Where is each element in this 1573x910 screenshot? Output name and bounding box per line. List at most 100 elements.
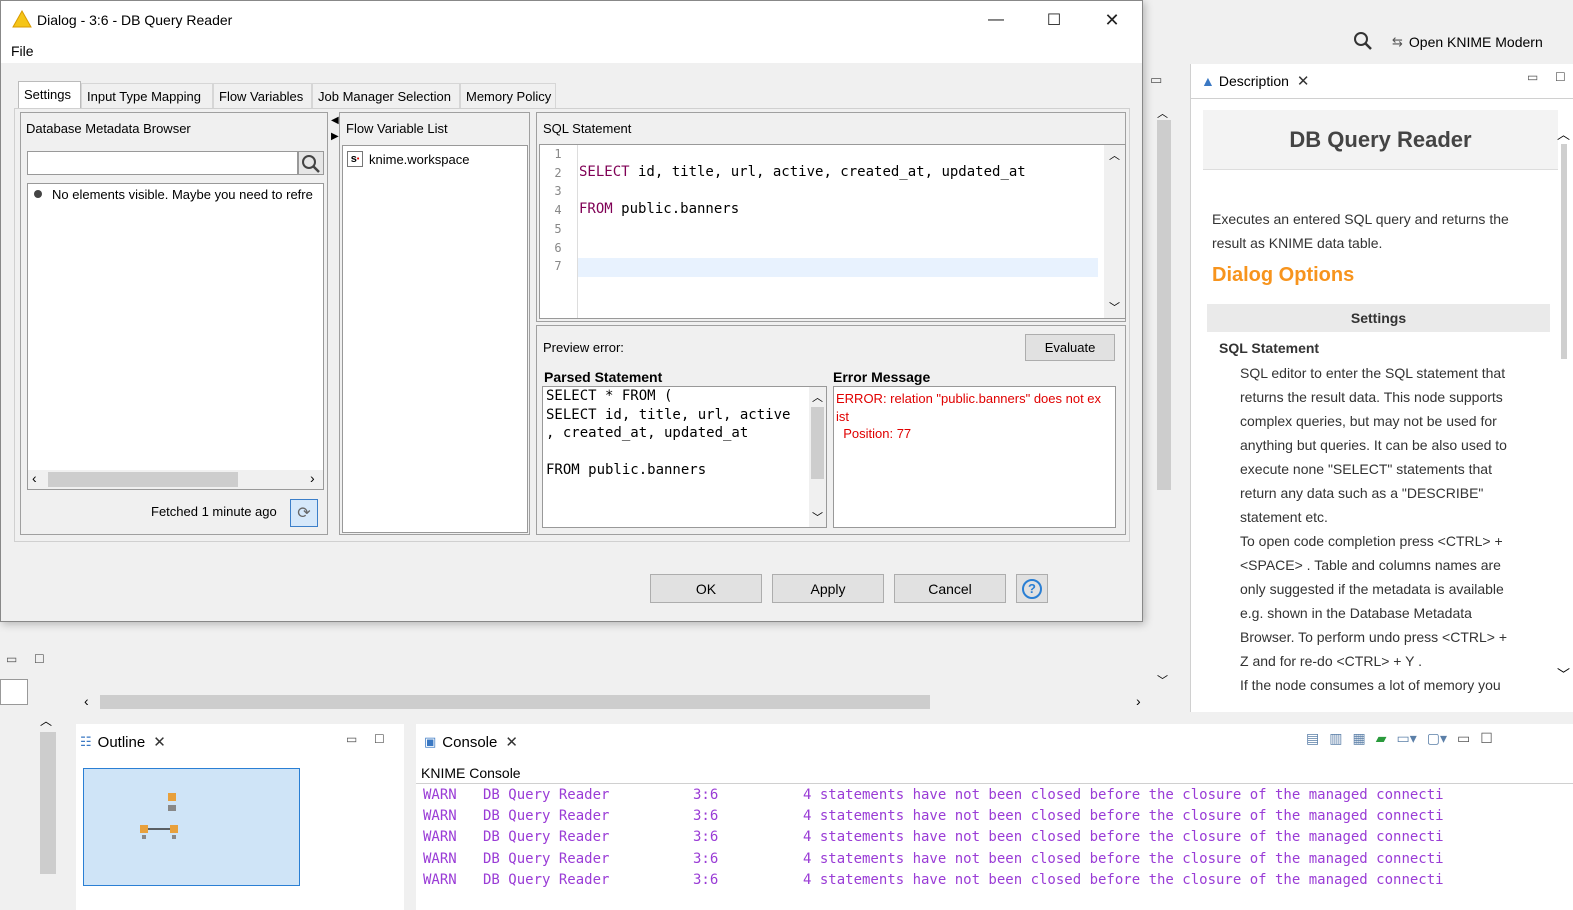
parsed-statement-title: Parsed Statement	[544, 369, 663, 385]
maximize-icon[interactable]: ☐	[374, 732, 385, 746]
maximize-icon[interactable]: ☐	[1555, 70, 1566, 84]
editor-minimize-icon[interactable]: ▭	[1150, 72, 1162, 88]
settings-section-header: Settings	[1207, 304, 1550, 332]
description-tab[interactable]: ▲ Description ✕	[1193, 66, 1321, 98]
refresh-button[interactable]: ⟳	[290, 499, 318, 527]
minimize-icon[interactable]: ▭	[346, 732, 357, 746]
word-wrap-icon[interactable]: ▦	[1352, 730, 1365, 752]
cancel-button[interactable]: Cancel	[894, 574, 1006, 603]
option-description-line: To open code completion press <CTRL> +	[1240, 533, 1503, 549]
tab-settings[interactable]: Settings	[18, 81, 81, 109]
option-description-line: only suggested if the metadata is availa…	[1240, 581, 1504, 597]
option-title: SQL Statement	[1219, 340, 1320, 356]
node-dialog-window: Dialog - 3:6 - DB Query Reader — ☐ ✕ Fil…	[0, 0, 1143, 622]
scroll-lock-icon[interactable]: ▥	[1329, 730, 1342, 752]
console-id: 3:6	[693, 871, 719, 888]
console-row: WARN DB Query Reader 3:6 4 statements have …	[423, 808, 1568, 829]
minimize-icon[interactable]: ▭	[1457, 730, 1470, 752]
node-title-banner: DB Query Reader	[1203, 110, 1558, 170]
fetched-status: Fetched 1 minute ago	[151, 504, 277, 519]
close-icon[interactable]: ✕	[1297, 72, 1310, 90]
preview-error-label: Preview error:	[543, 340, 624, 355]
outline-tab[interactable]: ☷ Outline ✕	[80, 730, 166, 754]
metadata-search-input[interactable]	[27, 151, 298, 175]
tab-input-type-mapping[interactable]: Input Type Mapping	[81, 83, 213, 109]
flow-variable-item[interactable]: s • knime.workspace	[347, 148, 469, 170]
tab-memory-policy[interactable]: Memory Policy	[460, 83, 556, 109]
pin-console-icon[interactable]: ▰	[1376, 730, 1387, 752]
editor-vertical-scrollbar[interactable]: ︿ ﹀	[1153, 100, 1175, 690]
metadata-browser-panel: Database Metadata Browser No elements vi…	[20, 112, 328, 535]
window-maximize-button[interactable]: ☐	[1025, 1, 1083, 39]
parsed-scrollbar[interactable]: ︿ ﹀	[809, 387, 826, 527]
splitter-arrow-icon[interactable]: ▶	[331, 131, 339, 142]
option-description-line: complex queries, but may not be used for	[1240, 413, 1497, 429]
minimize-icon[interactable]: ▭	[1527, 70, 1538, 84]
parsed-statement-box[interactable]: SELECT * FROM ( SELECT id, title, url, ac…	[542, 386, 827, 528]
ok-button[interactable]: OK	[650, 574, 762, 603]
line-number: 7	[554, 259, 562, 274]
tree-empty-bullet-icon	[34, 190, 42, 198]
flow-variable-list[interactable]: s • knime.workspace	[342, 145, 528, 533]
console-row: WARN DB Query Reader 3:6 4 statements have …	[423, 851, 1568, 872]
parsed-line: SELECT * FROM (	[546, 388, 673, 404]
option-description-line: statement etc.	[1240, 509, 1328, 525]
line-number: 3	[554, 184, 562, 199]
description-scrollbar[interactable]: ︿ ﹀	[1555, 124, 1571, 704]
console-node: DB Query Reader	[483, 787, 610, 803]
display-console-icon[interactable]: ▭▾	[1396, 730, 1416, 752]
console-msg: 4 statements have not been closed before…	[803, 829, 1444, 846]
dialog-menubar: File	[1, 39, 1142, 63]
sql-line-2: SELECT id, title, url, active, created_a…	[579, 164, 1026, 180]
console-msg: 4 statements have not been closed before…	[803, 787, 1444, 803]
console-tab[interactable]: ▣ Console ✕	[424, 730, 518, 754]
menu-file[interactable]: File	[11, 43, 34, 59]
description-icon: ▲	[1201, 73, 1215, 89]
left-panel-field[interactable]	[0, 679, 28, 705]
tab-flow-variables[interactable]: Flow Variables	[213, 83, 312, 109]
error-message-box: ERROR: relation "public.banners" does no…	[833, 386, 1116, 528]
parsed-line: SELECT id, title, url, active	[546, 406, 791, 423]
maximize-icon[interactable]: ☐	[1480, 730, 1493, 752]
dialog-title: Dialog - 3:6 - DB Query Reader	[37, 12, 233, 28]
close-icon[interactable]: ✕	[153, 733, 166, 751]
evaluate-button[interactable]: Evaluate	[1025, 334, 1115, 361]
console-node: DB Query Reader	[483, 850, 610, 867]
help-button[interactable]: ?	[1016, 574, 1048, 603]
tab-job-manager-selection[interactable]: Job Manager Selection	[312, 83, 460, 109]
console-msg: 4 statements have not been closed before…	[803, 808, 1444, 825]
option-description-line: returns the result data. This node suppo…	[1240, 389, 1503, 405]
search-icon[interactable]	[1352, 30, 1374, 52]
editor-horizontal-scrollbar[interactable]: ‹ ›	[78, 692, 1153, 712]
summary-line-1: Executes an entered SQL query and return…	[1212, 211, 1509, 227]
close-icon[interactable]: ✕	[505, 733, 518, 751]
node-title: DB Query Reader	[1289, 126, 1472, 152]
clear-console-icon[interactable]: ▤	[1306, 730, 1319, 752]
metadata-tree[interactable]: No elements visible. Maybe you need to r…	[27, 183, 324, 490]
window-minimize-button[interactable]: —	[967, 1, 1025, 39]
console-node: DB Query Reader	[483, 829, 610, 846]
flow-variable-title: Flow Variable List	[346, 121, 448, 136]
left-panel-minimize-icon[interactable]: ▭	[6, 652, 17, 666]
sql-editor-scrollbar[interactable]: ︿ ﹀	[1104, 145, 1125, 318]
option-description-line: execute none "SELECT" statements that	[1240, 461, 1492, 477]
apply-button[interactable]: Apply	[772, 574, 884, 603]
switch-icon: ⇆	[1392, 34, 1403, 49]
open-console-icon[interactable]: ▢▾	[1427, 730, 1447, 752]
console-id: 3:6	[693, 787, 719, 803]
window-close-button[interactable]: ✕	[1083, 1, 1141, 39]
open-modern-ui-button[interactable]: ⇆ Open KNIME Modern	[1392, 32, 1543, 52]
left-panel-maximize-icon[interactable]: ☐	[34, 652, 45, 666]
description-view: ▲ Description ✕ ▭ ☐ DB Query Reader Exec…	[1190, 64, 1573, 712]
parsed-line	[546, 443, 790, 462]
console-title: KNIME Console	[421, 765, 521, 781]
option-description-line: If the node consumes a lot of memory you	[1240, 677, 1501, 693]
splitter-arrow-icon[interactable]: ◀	[331, 115, 339, 126]
metadata-horizontal-scrollbar[interactable]: ‹ ›	[28, 470, 323, 489]
metadata-search-button[interactable]	[298, 151, 324, 175]
line-number: 6	[554, 240, 562, 255]
left-panel-scrollbar[interactable]: ︿	[38, 712, 58, 910]
metadata-browser-title: Database Metadata Browser	[26, 121, 191, 136]
console-id: 3:6	[693, 808, 719, 825]
outline-preview[interactable]	[83, 768, 300, 886]
